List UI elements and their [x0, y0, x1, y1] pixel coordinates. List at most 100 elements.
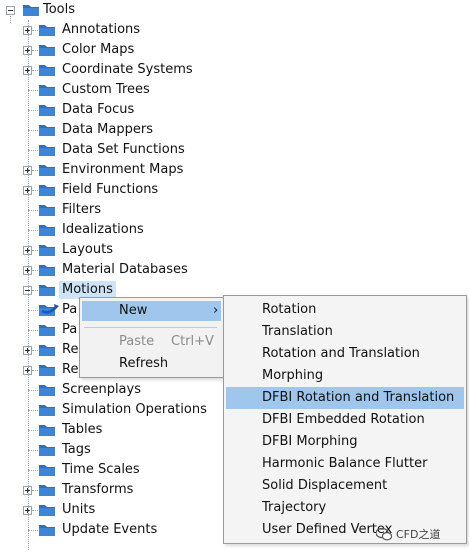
- tree-connector: [32, 510, 38, 511]
- submenu-item[interactable]: Harmonic Balance Flutter: [226, 453, 464, 475]
- tree-label[interactable]: Simulation Operations: [59, 401, 210, 419]
- tree-connector: [32, 290, 38, 291]
- tree-row[interactable]: Data Set Functions: [0, 140, 469, 160]
- folder-icon: [39, 165, 55, 176]
- submenu-item[interactable]: Morphing: [226, 365, 464, 387]
- folder-icon: [39, 265, 55, 276]
- tree-label[interactable]: Screenplays: [59, 381, 144, 399]
- tree-connector: [28, 210, 38, 211]
- tree-row[interactable]: Data Mappers: [0, 120, 469, 140]
- tree-connector: [28, 110, 38, 111]
- tree-connector: [28, 430, 38, 431]
- tree-label[interactable]: Transforms: [59, 481, 136, 499]
- tree-label[interactable]: Field Functions: [59, 181, 161, 199]
- tree-label[interactable]: Pa: [59, 301, 80, 319]
- tree-connector: [28, 20, 29, 550]
- tree-row[interactable]: Filters: [0, 200, 469, 220]
- new-submenu: Rotation Translation Rotation and Translat…: [223, 295, 467, 544]
- menu-item-refresh[interactable]: Refresh: [82, 354, 221, 374]
- tree-row[interactable]: Material Databases: [0, 260, 469, 280]
- tree-connector: [32, 50, 38, 51]
- tree-row[interactable]: Field Functions: [0, 180, 469, 200]
- tree-label[interactable]: Tags: [59, 441, 94, 459]
- watermark: CFD之道: [376, 526, 440, 542]
- tree-connector: [28, 390, 38, 391]
- tree-label[interactable]: Custom Trees: [59, 81, 153, 99]
- tree-row[interactable]: Environment Maps: [0, 160, 469, 180]
- submenu-item[interactable]: Solid Displacement: [226, 475, 464, 497]
- tree-label[interactable]: Time Scales: [59, 461, 143, 479]
- tree-connector: [32, 270, 38, 271]
- tree-label[interactable]: Units: [59, 501, 98, 519]
- tree-label[interactable]: Material Databases: [59, 261, 191, 279]
- tree-connector: [28, 530, 38, 531]
- tree-connector: [28, 410, 38, 411]
- tree-label[interactable]: Tables: [59, 421, 105, 439]
- tree-connector: [32, 70, 38, 71]
- submenu-arrow-icon: ›: [213, 303, 219, 318]
- tree-connector: [28, 310, 38, 311]
- tree-label[interactable]: Color Maps: [59, 41, 137, 59]
- wechat-icon: [376, 527, 392, 540]
- tree-label[interactable]: Data Mappers: [59, 121, 156, 139]
- tree-row[interactable]: Custom Trees: [0, 80, 469, 100]
- folder-icon: [39, 425, 55, 436]
- menu-item-paste[interactable]: Paste Ctrl+V: [82, 332, 221, 352]
- submenu-item[interactable]: DFBI Embedded Rotation: [226, 409, 464, 431]
- folder-icon: [39, 185, 55, 196]
- folder-icon: [39, 145, 55, 156]
- tree-label[interactable]: Environment Maps: [59, 161, 186, 179]
- tree-label[interactable]: Data Set Functions: [59, 141, 188, 159]
- tree-row[interactable]: Layouts: [0, 240, 469, 260]
- tree-label[interactable]: Coordinate Systems: [59, 61, 196, 79]
- tree-connector: [32, 490, 38, 491]
- tree-row-tools[interactable]: Tools: [0, 0, 469, 20]
- menu-item-paste-label: Paste: [119, 334, 155, 349]
- submenu-item[interactable]: Rotation: [226, 299, 464, 321]
- submenu-item[interactable]: DFBI Rotation and Translation: [226, 387, 464, 409]
- tree-label[interactable]: Annotations: [59, 21, 143, 39]
- tree-connector: [28, 230, 38, 231]
- folder-icon: [39, 225, 55, 236]
- menu-item-new[interactable]: New ›: [82, 301, 221, 321]
- folder-icon: [39, 45, 55, 56]
- tree-row[interactable]: Coordinate Systems: [0, 60, 469, 80]
- folder-icon: [39, 285, 55, 296]
- folder-icon: [39, 205, 55, 216]
- menu-separator: [84, 327, 217, 328]
- motion-item-icon: [41, 304, 59, 314]
- tree-label[interactable]: Layouts: [59, 241, 116, 259]
- tree-label-tools[interactable]: Tools: [40, 1, 78, 19]
- tree-label[interactable]: Idealizations: [59, 221, 147, 239]
- tree-connector: [28, 150, 38, 151]
- folder-icon: [39, 105, 55, 116]
- submenu-item[interactable]: Translation: [226, 321, 464, 343]
- tree-label[interactable]: Pa: [59, 321, 80, 339]
- folder-icon: [39, 345, 55, 356]
- tree-connector: [32, 170, 38, 171]
- submenu-item[interactable]: Rotation and Translation: [226, 343, 464, 365]
- tree-label[interactable]: Data Focus: [59, 101, 137, 119]
- tree-label[interactable]: Update Events: [59, 521, 160, 539]
- tree-connector: [32, 250, 38, 251]
- tree-connector: [28, 90, 38, 91]
- tree-row[interactable]: Color Maps: [0, 40, 469, 60]
- tree-row[interactable]: Annotations: [0, 20, 469, 40]
- tree-label[interactable]: Filters: [59, 201, 104, 219]
- tree-row[interactable]: Data Focus: [0, 100, 469, 120]
- tree-connector: [28, 450, 38, 451]
- watermark-text: CFD之道: [396, 528, 441, 541]
- folder-icon: [39, 245, 55, 256]
- tree-row[interactable]: Idealizations: [0, 220, 469, 240]
- menu-item-paste-shortcut: Ctrl+V: [171, 334, 214, 349]
- folder-icon: [39, 25, 55, 36]
- tree-connector: [32, 370, 38, 371]
- submenu-item[interactable]: DFBI Morphing: [226, 431, 464, 453]
- folder-icon: [39, 485, 55, 496]
- folder-icon: [39, 505, 55, 516]
- collapse-icon[interactable]: [6, 6, 15, 15]
- folder-icon: [39, 365, 55, 376]
- tree-connector: [32, 350, 38, 351]
- tree-connector: [28, 330, 38, 331]
- submenu-item[interactable]: Trajectory: [226, 497, 464, 519]
